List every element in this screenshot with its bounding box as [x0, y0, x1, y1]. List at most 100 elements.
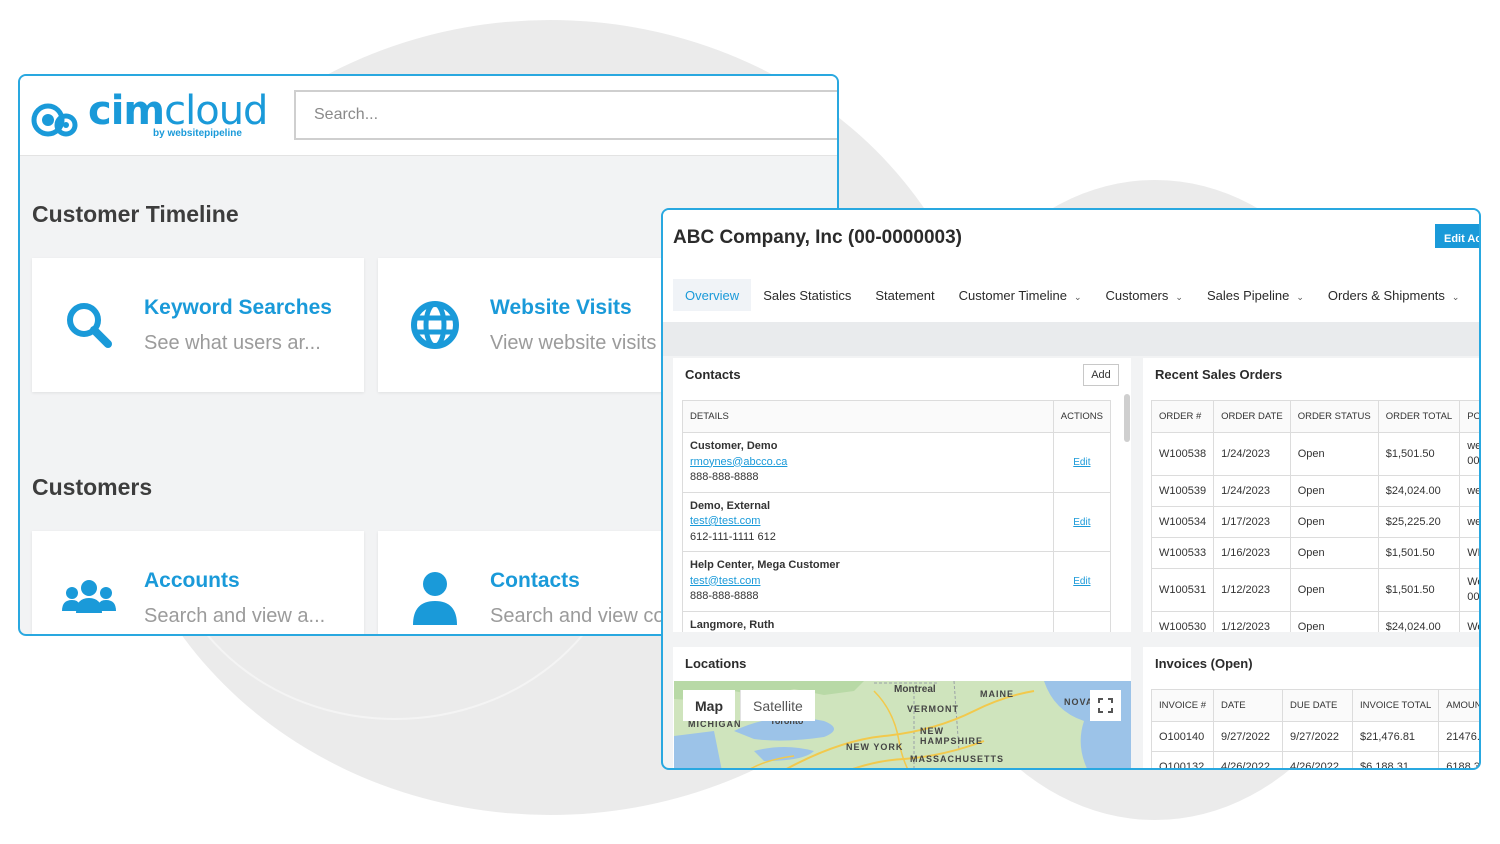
order-date: 1/12/2023 — [1213, 568, 1291, 612]
order-number: W100530 — [1150, 611, 1215, 632]
edit-contact-link[interactable]: Edit — [1073, 517, 1090, 528]
column-header: INVOICE # — [1151, 689, 1214, 722]
table-row[interactable]: W100534 1/17/2023 Open $25,225.20 web 01 — [1150, 506, 1479, 538]
table-row[interactable]: W100530 1/12/2023 Open $24,024.00 Web 1 — [1150, 611, 1479, 632]
panel-title: Invoices (Open) — [1155, 656, 1253, 671]
tab-orders-shipments[interactable]: Orders & Shipments ⌄ — [1316, 279, 1472, 311]
contact-phone: 612-111-1111 612 — [690, 530, 776, 543]
order-number: W100534 — [1150, 506, 1215, 538]
column-header: ACTIONS — [1052, 400, 1112, 433]
po-number: web 001_24 — [1459, 432, 1479, 476]
contact-details: Help Center, Mega Customer test@test.com… — [682, 551, 1054, 612]
fullscreen-button[interactable] — [1090, 690, 1121, 721]
account-tabs: Overview Sales Statistics Statement Cust… — [673, 279, 1471, 311]
due-date: 4/26/2022 — [1282, 751, 1353, 768]
tab-label: Customer Timeline — [958, 288, 1067, 303]
order-number: W100539 — [1150, 475, 1215, 507]
tab-label: Orders & Shipments — [1327, 288, 1445, 303]
contact-details: Customer, Demo rmoynes@abcco.ca 888-888-… — [682, 432, 1054, 493]
tab-overview[interactable]: Overview — [673, 279, 752, 311]
card-keyword-searches[interactable]: Keyword Searches See what users ar... — [32, 258, 364, 392]
table-row[interactable]: W100533 1/16/2023 Open $1,501.50 WEB_0 — [1150, 537, 1479, 569]
map-label: NEW YORK — [846, 742, 904, 752]
order-number: W100531 — [1150, 568, 1215, 612]
column-header: ORDER STATUS — [1289, 400, 1379, 433]
order-total: $1,501.50 — [1377, 537, 1461, 569]
contact-phone: 888-888-8888 — [690, 471, 759, 483]
fullscreen-icon — [1098, 698, 1113, 713]
table-row[interactable]: W100539 1/24/2023 Open $24,024.00 web01 — [1150, 475, 1479, 507]
panel-title: Locations — [685, 656, 747, 671]
order-total: $1,501.50 — [1377, 568, 1461, 612]
account-header: ABC Company, Inc (00-0000003) Edit Accou… — [663, 210, 1479, 322]
cimcloud-logo[interactable]: cimcloud by websitepipeline — [30, 88, 268, 146]
column-header: DUE DATE — [1282, 689, 1353, 722]
contacts-panel: Contacts Add DETAILS ACTIONS Customer, D… — [673, 358, 1131, 632]
map-label: MASSACHUSETTS — [910, 754, 1005, 764]
tab-customers[interactable]: Customers ⌄ — [1094, 279, 1195, 311]
order-number: W100538 — [1150, 432, 1215, 476]
tab-sales-pipeline[interactable]: Sales Pipeline ⌄ — [1195, 279, 1316, 311]
satellite-view-button[interactable]: Satellite — [740, 690, 815, 721]
contact-email-link[interactable]: rmoynes@abcco.ca — [690, 455, 1046, 471]
table-row[interactable]: O100140 9/27/2022 9/27/2022 $21,476.81 2… — [1151, 721, 1479, 752]
search-input[interactable] — [296, 92, 837, 138]
contact-email-link[interactable]: test@test.com — [690, 574, 1046, 590]
contact-email-link[interactable]: test@test.com — [690, 514, 1046, 530]
tab-label: Sales Statistics — [763, 288, 852, 303]
recent-orders-panel: Recent Sales Orders ORDER # ORDER DATE O… — [1143, 358, 1479, 632]
order-status: Open — [1289, 475, 1379, 507]
add-contact-button[interactable]: Add — [1083, 364, 1119, 386]
stage: cimcloud by websitepipeline Customer Tim… — [0, 0, 1500, 844]
search-box — [294, 90, 837, 140]
edit-contact-link[interactable]: Edit — [1073, 576, 1090, 587]
card-title: Keyword Searches — [144, 296, 332, 319]
actions-cell: Edit — [1052, 491, 1112, 552]
order-total: $24,024.00 — [1377, 475, 1461, 507]
card-accounts[interactable]: Accounts Search and view a... — [32, 531, 364, 634]
location-map[interactable]: Montreal MAINE NOVA VERMONT NEW HAMPSHIR… — [674, 681, 1131, 768]
orders-table: ORDER # ORDER DATE ORDER STATUS ORDER TO… — [1150, 400, 1479, 632]
column-header: DETAILS — [682, 400, 1054, 433]
contact-name: Customer, Demo — [690, 440, 778, 452]
card-subtitle: Search and view co — [490, 605, 665, 627]
toolbar-band — [663, 322, 1479, 356]
po-number: web01 — [1459, 475, 1479, 507]
table-row: Langmore, Ruth — [682, 610, 1112, 632]
edit-account-button[interactable]: Edit Account — [1435, 224, 1479, 248]
map-view-button[interactable]: Map — [683, 690, 735, 721]
card-subtitle: See what users ar... — [144, 332, 321, 354]
card-title: Contacts — [490, 569, 580, 592]
tab-label: Sales Pipeline — [1206, 288, 1290, 303]
tab-label: Overview — [685, 288, 740, 303]
column-header: DATE — [1213, 689, 1283, 722]
account-window: ABC Company, Inc (00-0000003) Edit Accou… — [661, 208, 1481, 770]
po-number: Web 001_12 — [1459, 568, 1479, 612]
order-date: 1/17/2023 — [1213, 506, 1291, 538]
invoice-date: 9/27/2022 — [1213, 721, 1283, 752]
column-header: PO # — [1459, 400, 1479, 433]
edit-contact-link[interactable]: Edit — [1073, 457, 1090, 468]
locations-panel: Locations Montreal MAINE NOVA VERMONT NE… — [673, 647, 1131, 768]
table-row[interactable]: W100531 1/12/2023 Open $1,501.50 Web 001… — [1150, 568, 1479, 612]
contact-details: Demo, External test@test.com 612-111-111… — [682, 491, 1054, 552]
po-number: WEB_0 — [1459, 537, 1479, 569]
contacts-table: DETAILS ACTIONS Customer, Demo rmoynes@a… — [682, 400, 1112, 632]
tab-statement[interactable]: Statement — [863, 279, 946, 311]
map-label: NEW HAMPSHIRE — [920, 726, 984, 746]
portal-header: cimcloud by websitepipeline — [20, 76, 837, 156]
invoice-total: $21,476.81 — [1351, 721, 1440, 752]
tab-customer-timeline[interactable]: Customer Timeline ⌄ — [947, 279, 1094, 311]
card-subtitle: Search and view a... — [144, 605, 326, 627]
scrollbar[interactable] — [1124, 394, 1130, 442]
section-title-timeline: Customer Timeline — [32, 201, 239, 227]
contact-phone: 888-888-8888 — [690, 590, 759, 602]
tab-sales-statistics[interactable]: Sales Statistics — [751, 279, 863, 311]
page-title: ABC Company, Inc (00-0000003) — [673, 227, 962, 248]
user-icon — [413, 572, 457, 625]
table-row[interactable]: W100538 1/24/2023 Open $1,501.50 web 001… — [1150, 432, 1479, 476]
table-row: Customer, Demo rmoynes@abcco.ca 888-888-… — [682, 432, 1112, 493]
tab-label: Statement — [875, 288, 935, 303]
contact-details: Langmore, Ruth — [682, 610, 1054, 632]
table-row[interactable]: O100132 4/26/2022 4/26/2022 $6,188.31 61… — [1151, 751, 1479, 768]
